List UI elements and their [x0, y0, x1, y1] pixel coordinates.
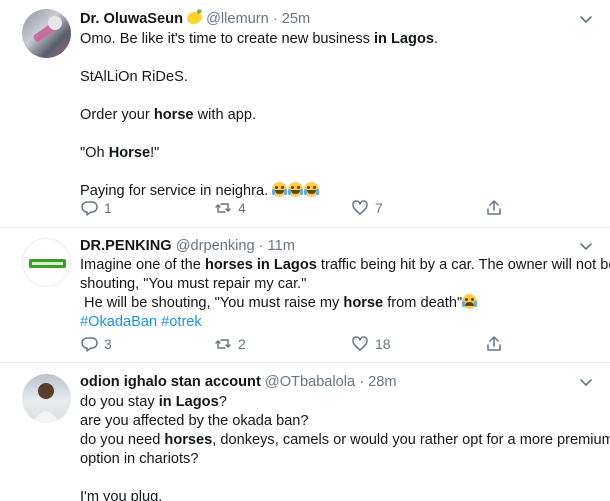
tweet-text-line: do you need horses, donkeys, camels or w… — [80, 431, 610, 450]
search-highlight: Horse — [108, 145, 151, 161]
text-segment: with app. — [193, 107, 257, 123]
avatar[interactable] — [22, 238, 71, 287]
text-segment: StAlLiOn RiDeS. — [80, 69, 188, 85]
text-segment: . — [433, 31, 439, 47]
share-icon — [487, 200, 501, 215]
crying-face-emoji — [462, 294, 478, 309]
retweet-icon — [215, 339, 231, 349]
like-count: 7 — [375, 200, 383, 216]
text-segment: He will be shouting, "You must raise my — [80, 295, 344, 311]
tweet-text-line: Imagine one of the horses in Lagos traff… — [80, 256, 610, 275]
display-name[interactable]: Dr. OluwaSeun — [80, 11, 183, 27]
text-segment: from death" — [383, 295, 463, 311]
text-segment: Paying for service in neighra. — [80, 183, 273, 199]
reply-icon — [81, 337, 98, 352]
tweet-text-line: Order your horse with app. — [80, 106, 592, 125]
text-segment: I'm you plug. — [80, 489, 163, 501]
text-segment: option in chariots? — [80, 451, 199, 467]
separator-dot: · — [359, 374, 365, 390]
separator-dot: · — [272, 11, 278, 27]
tweet-header: Dr. OluwaSeun @llemurn · 25m — [80, 9, 592, 29]
like-count: 18 — [375, 336, 391, 352]
tweet-text-line: StAlLiOn RiDeS. — [80, 68, 592, 87]
tears-of-joy-emoji — [304, 182, 320, 197]
chevron-down-icon[interactable] — [578, 238, 594, 254]
text-segment: shouting, "You must repair my car." — [80, 276, 307, 292]
tweet-actions: 3 2 18 — [80, 334, 510, 354]
search-highlight: in Lagos — [158, 394, 219, 410]
text-segment: Imagine one of the — [80, 257, 205, 273]
reply-count: 3 — [104, 336, 112, 352]
user-handle[interactable]: @llemurn — [206, 11, 269, 27]
search-highlight: in Lagos — [373, 31, 434, 47]
display-name[interactable]: odion ighalo stan account — [80, 374, 261, 390]
display-name[interactable]: DR.PENKING — [80, 238, 172, 254]
text-segment: "Oh — [80, 145, 109, 161]
tweet-text-line: "Oh Horse!" — [80, 144, 592, 163]
text-segment: Omo. Be like it's time to create new bus… — [80, 31, 374, 47]
retweet-icon — [215, 203, 231, 213]
tweet-text-line: #OkadaBan #otrek — [80, 313, 592, 332]
text-segment: , donkeys, camels or would you rather op… — [212, 432, 610, 448]
lemon-emoji — [185, 9, 204, 27]
avatar[interactable] — [22, 374, 71, 423]
retweet-count: 4 — [238, 200, 246, 216]
share-icon — [487, 336, 501, 351]
chevron-down-icon[interactable] — [578, 11, 594, 27]
text-segment: do you stay — [80, 394, 159, 410]
text-segment: ? — [218, 394, 227, 410]
search-highlight: horse — [343, 295, 384, 311]
text-segment: Order your — [80, 107, 154, 123]
separator-dot: · — [258, 238, 264, 254]
tweet-text-line: Omo. Be like it's time to create new bus… — [80, 30, 592, 49]
chevron-down-icon[interactable] — [578, 374, 594, 390]
tweet[interactable]: odion ighalo stan account @OTbabalola · … — [0, 363, 610, 501]
text-segment: are you affected by the okada ban? — [80, 413, 309, 429]
user-handle[interactable]: @drpenking — [176, 238, 255, 254]
tears-of-joy-emoji — [272, 182, 288, 197]
search-highlight: horses — [164, 432, 213, 448]
tweet-header: odion ighalo stan account @OTbabalola · … — [80, 372, 592, 392]
timestamp[interactable]: 28m — [368, 374, 396, 390]
hashtag-link[interactable]: #OkadaBan — [80, 314, 157, 330]
hashtag-link[interactable]: #otrek — [161, 314, 202, 330]
tweet-feed: Dr. OluwaSeun @llemurn · 25m Omo. Be lik… — [0, 0, 610, 501]
tweet-text: Imagine one of the horses in Lagos traff… — [80, 256, 610, 332]
tweet-actions: 1 4 7 — [80, 198, 510, 218]
text-segment: traffic being hit by a car. The owner wi… — [316, 257, 610, 273]
user-handle[interactable]: @OTbabalola — [265, 374, 355, 390]
text-segment: !" — [150, 145, 160, 161]
reply-count: 1 — [104, 200, 112, 216]
tweet-text-line: are you affected by the okada ban? — [80, 412, 592, 431]
tweet-header: DR.PENKING @drpenking · 11m — [80, 236, 592, 256]
tweet-text-line: shouting, "You must repair my car." — [80, 275, 592, 294]
tweet-text: do you stay in Lagos? are you affected by… — [80, 393, 610, 501]
tweet-text-line: He will be shouting, "You must raise my … — [80, 294, 592, 313]
tweet[interactable]: Dr. OluwaSeun @llemurn · 25m Omo. Be lik… — [0, 0, 610, 228]
tweet-text-line: I'm you plug. — [80, 488, 592, 501]
heart-icon — [352, 200, 368, 215]
avatar[interactable] — [22, 9, 71, 58]
timestamp[interactable]: 11m — [268, 238, 295, 254]
heart-icon — [352, 336, 368, 351]
tweet-text-line: option in chariots? — [80, 450, 592, 469]
reply-icon — [81, 201, 98, 216]
tweet-text: Omo. Be like it's time to create new bus… — [80, 30, 592, 201]
tears-of-joy-emoji — [288, 182, 304, 197]
tweet-text-line: do you stay in Lagos? — [80, 393, 592, 412]
tweet[interactable]: DR.PENKING @drpenking · 11m Imagine one … — [0, 228, 610, 363]
search-highlight: horses in Lagos — [204, 257, 317, 273]
retweet-count: 2 — [238, 336, 246, 352]
timestamp[interactable]: 25m — [282, 11, 310, 27]
text-segment: do you need — [80, 432, 165, 448]
search-highlight: horse — [153, 107, 194, 123]
